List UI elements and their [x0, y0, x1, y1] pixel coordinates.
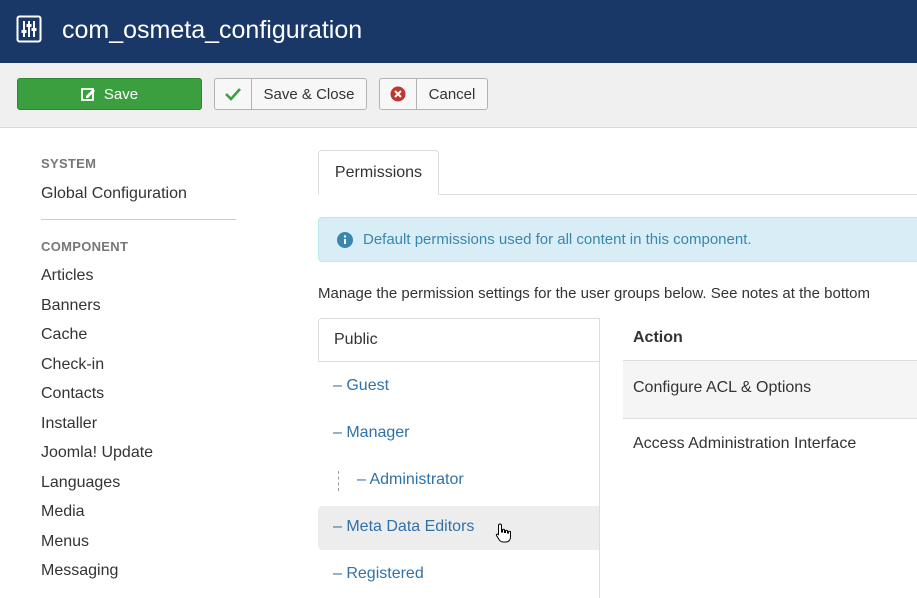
cancel-label: Cancel — [428, 85, 476, 103]
component-heading: COMPONENT — [41, 239, 129, 254]
user-groups-list: Public – Guest – Manager – Administrator… — [318, 318, 600, 598]
sidebar-item-installer[interactable]: Installer — [41, 415, 97, 433]
save-close-button[interactable]: Save & Close — [214, 78, 367, 110]
sliders-icon — [16, 15, 42, 43]
header-bar: com_osmeta_configuration — [0, 0, 917, 63]
hand-cursor-icon — [495, 523, 511, 543]
group-guest[interactable]: – Guest — [333, 377, 389, 395]
action-row: Configure ACL & Options — [623, 360, 917, 419]
sidebar-item-contacts[interactable]: Contacts — [41, 385, 104, 403]
sidebar-item-languages[interactable]: Languages — [41, 474, 120, 492]
manage-description: Manage the permission settings for the u… — [318, 285, 870, 302]
group-manager[interactable]: – Manager — [333, 424, 410, 442]
sidebar-item-global-configuration[interactable]: Global Configuration — [41, 185, 187, 203]
sidebar-item-cache[interactable]: Cache — [41, 326, 87, 344]
tab-permissions[interactable]: Permissions — [318, 150, 439, 195]
sidebar-item-media[interactable]: Media — [41, 503, 85, 521]
group-public[interactable]: Public — [318, 318, 599, 362]
action-access-admin: Access Administration Interface — [633, 435, 857, 452]
nesting-line — [338, 471, 339, 491]
info-alert: Default permissions used for all content… — [318, 217, 917, 262]
check-icon — [215, 79, 252, 109]
save-label: Save — [103, 85, 139, 103]
action-column-header: Action — [633, 329, 683, 346]
sidebar-item-articles[interactable]: Articles — [41, 267, 93, 285]
group-registered[interactable]: – Registered — [333, 565, 424, 583]
cancel-icon — [380, 79, 417, 109]
cancel-button[interactable]: Cancel — [379, 78, 488, 110]
page-title: com_osmeta_configuration — [62, 16, 363, 44]
action-configure-acl: Configure ACL & Options — [633, 379, 812, 396]
group-administrator[interactable]: – Administrator — [357, 471, 464, 489]
sidebar-item-menus[interactable]: Menus — [41, 533, 89, 551]
sidebar-item-check-in[interactable]: Check-in — [41, 356, 104, 374]
group-meta-data-editors[interactable]: – Meta Data Editors — [333, 518, 474, 536]
sidebar-item-joomla-update[interactable]: Joomla! Update — [41, 444, 153, 462]
save-close-label: Save & Close — [263, 85, 355, 103]
system-heading: SYSTEM — [41, 156, 97, 171]
info-icon — [337, 231, 353, 248]
toolbar: Save Save & Close Cancel — [0, 63, 917, 128]
edit-icon — [80, 87, 95, 101]
sidebar-item-messaging[interactable]: Messaging — [41, 562, 118, 580]
sidebar-item-banners[interactable]: Banners — [41, 297, 101, 315]
sidebar-divider — [41, 219, 236, 220]
alert-text: Default permissions used for all content… — [363, 231, 752, 248]
save-button[interactable]: Save — [17, 78, 202, 110]
